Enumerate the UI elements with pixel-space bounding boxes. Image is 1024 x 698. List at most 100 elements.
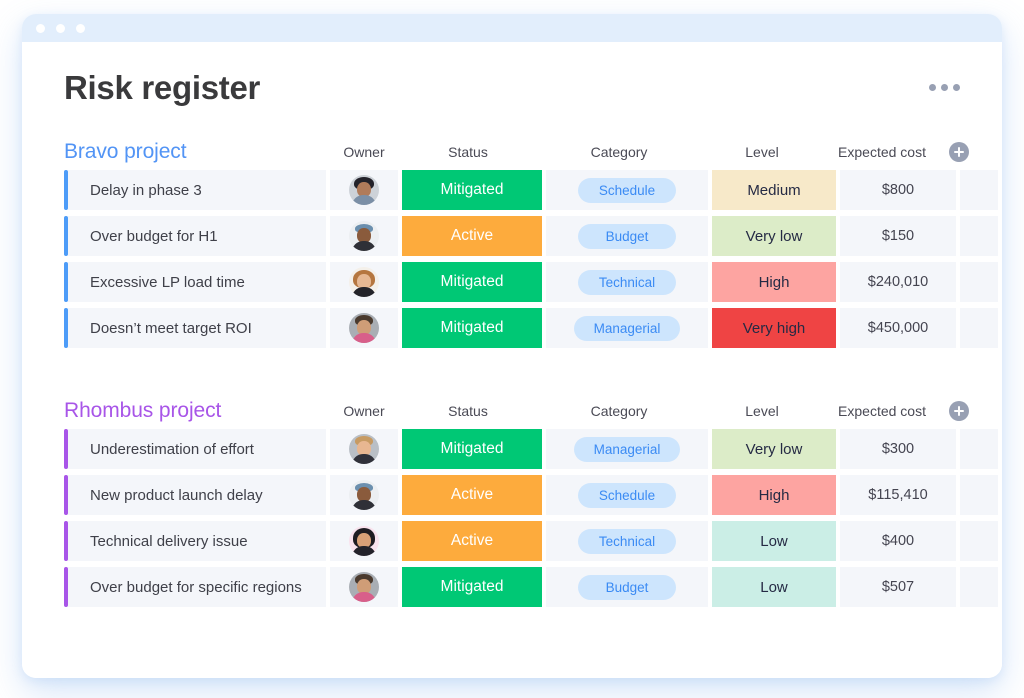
row-title: New product launch delay bbox=[68, 475, 326, 515]
row-status[interactable]: Mitigated bbox=[402, 429, 542, 469]
row-category[interactable]: Budget bbox=[546, 567, 708, 607]
row-level[interactable]: Medium bbox=[712, 170, 836, 210]
column-header-level: Level bbox=[745, 144, 779, 160]
row-status[interactable]: Active bbox=[402, 475, 542, 515]
page-root: Risk register Bravo project Owner Status… bbox=[0, 0, 1024, 698]
kebab-dot-1-icon bbox=[929, 84, 936, 91]
row-title: Over budget for H1 bbox=[68, 216, 326, 256]
row-level[interactable]: Low bbox=[712, 521, 836, 561]
window-dot-maximize-icon[interactable] bbox=[76, 23, 85, 33]
window-dot-minimize-icon[interactable] bbox=[56, 23, 65, 33]
column-header-owner: Owner bbox=[343, 403, 385, 419]
row-level[interactable]: Very high bbox=[712, 308, 836, 348]
row-status[interactable]: Mitigated bbox=[402, 567, 542, 607]
category-pill: Technical bbox=[578, 269, 676, 295]
window-dot-close-icon[interactable] bbox=[36, 23, 45, 33]
kebab-menu-icon[interactable] bbox=[929, 84, 960, 91]
row-status[interactable]: Active bbox=[402, 216, 542, 256]
row-category[interactable]: Technical bbox=[546, 521, 708, 561]
row-empty-cell[interactable] bbox=[960, 521, 998, 561]
row-owner[interactable] bbox=[330, 475, 398, 515]
column-header-level: Level bbox=[745, 403, 779, 419]
row-cost[interactable]: $800 bbox=[840, 170, 956, 210]
category-pill: Schedule bbox=[578, 482, 676, 508]
kebab-dot-2-icon bbox=[941, 84, 948, 91]
row-owner[interactable] bbox=[330, 429, 398, 469]
add-column-button[interactable] bbox=[949, 401, 969, 421]
row-title: Technical delivery issue bbox=[68, 521, 326, 561]
category-pill: Managerial bbox=[573, 315, 681, 341]
row-owner[interactable] bbox=[330, 521, 398, 561]
avatar bbox=[349, 267, 379, 297]
row-owner[interactable] bbox=[330, 567, 398, 607]
group-bravo-project: Bravo project Owner Status Category Leve… bbox=[64, 134, 998, 348]
group-rows: Delay in phase 3 Mitigated Schedule Medi… bbox=[64, 170, 998, 348]
row-cost[interactable]: $300 bbox=[840, 429, 956, 469]
row-level[interactable]: High bbox=[712, 262, 836, 302]
table-row[interactable]: New product launch delay Active Schedule… bbox=[64, 475, 998, 515]
page-title: Risk register bbox=[64, 69, 261, 106]
avatar bbox=[349, 526, 379, 556]
row-empty-cell[interactable] bbox=[960, 475, 998, 515]
row-level[interactable]: Very low bbox=[712, 429, 836, 469]
row-status[interactable]: Active bbox=[402, 521, 542, 561]
row-category[interactable]: Managerial bbox=[546, 429, 708, 469]
row-empty-cell[interactable] bbox=[960, 170, 998, 210]
row-category[interactable]: Schedule bbox=[546, 475, 708, 515]
row-owner[interactable] bbox=[330, 262, 398, 302]
row-owner[interactable] bbox=[330, 170, 398, 210]
row-empty-cell[interactable] bbox=[960, 567, 998, 607]
avatar bbox=[349, 175, 379, 205]
row-empty-cell[interactable] bbox=[960, 262, 998, 302]
row-level[interactable]: Low bbox=[712, 567, 836, 607]
group-header: Rhombus project Owner Status Category Le… bbox=[64, 393, 969, 429]
row-title: Delay in phase 3 bbox=[68, 170, 326, 210]
table-row[interactable]: Doesn’t meet target ROI Mitigated Manage… bbox=[64, 308, 998, 348]
table-row[interactable]: Technical delivery issue Active Technica… bbox=[64, 521, 998, 561]
row-category[interactable]: Budget bbox=[546, 216, 708, 256]
row-status[interactable]: Mitigated bbox=[402, 308, 542, 348]
row-cost[interactable]: $400 bbox=[840, 521, 956, 561]
group-title[interactable]: Bravo project bbox=[64, 140, 187, 164]
table-row[interactable]: Underestimation of effort Mitigated Mana… bbox=[64, 429, 998, 469]
row-owner[interactable] bbox=[330, 308, 398, 348]
row-empty-cell[interactable] bbox=[960, 308, 998, 348]
group-rhombus-project: Rhombus project Owner Status Category Le… bbox=[64, 393, 998, 607]
column-header-cost: Expected cost bbox=[838, 403, 926, 419]
row-empty-cell[interactable] bbox=[960, 216, 998, 256]
row-cost[interactable]: $240,010 bbox=[840, 262, 956, 302]
page-content: Risk register Bravo project Owner Status… bbox=[22, 42, 1002, 678]
group-title[interactable]: Rhombus project bbox=[64, 399, 221, 423]
column-header-cost: Expected cost bbox=[838, 144, 926, 160]
column-header-status: Status bbox=[448, 144, 488, 160]
avatar bbox=[349, 434, 379, 464]
row-category[interactable]: Schedule bbox=[546, 170, 708, 210]
column-headers: Owner Status Category Level Expected cos… bbox=[330, 134, 978, 170]
row-level[interactable]: Very low bbox=[712, 216, 836, 256]
row-cost[interactable]: $150 bbox=[840, 216, 956, 256]
browser-window: Risk register Bravo project Owner Status… bbox=[22, 14, 1002, 678]
row-empty-cell[interactable] bbox=[960, 429, 998, 469]
row-cost[interactable]: $115,410 bbox=[840, 475, 956, 515]
category-pill: Technical bbox=[578, 528, 676, 554]
row-level[interactable]: High bbox=[712, 475, 836, 515]
table-row[interactable]: Over budget for H1 Active Budget Very lo… bbox=[64, 216, 998, 256]
kebab-dot-3-icon bbox=[953, 84, 960, 91]
category-pill: Budget bbox=[578, 223, 676, 249]
page-header: Risk register bbox=[64, 42, 960, 134]
add-column-button[interactable] bbox=[949, 142, 969, 162]
row-status[interactable]: Mitigated bbox=[402, 262, 542, 302]
avatar bbox=[349, 480, 379, 510]
table-row[interactable]: Delay in phase 3 Mitigated Schedule Medi… bbox=[64, 170, 998, 210]
row-cost[interactable]: $507 bbox=[840, 567, 956, 607]
column-header-category: Category bbox=[590, 144, 648, 160]
row-status[interactable]: Mitigated bbox=[402, 170, 542, 210]
row-category[interactable]: Technical bbox=[546, 262, 708, 302]
row-category[interactable]: Managerial bbox=[546, 308, 708, 348]
avatar bbox=[349, 313, 379, 343]
row-owner[interactable] bbox=[330, 216, 398, 256]
column-header-status: Status bbox=[448, 403, 488, 419]
table-row[interactable]: Over budget for specific regions Mitigat… bbox=[64, 567, 998, 607]
table-row[interactable]: Excessive LP load time Mitigated Technic… bbox=[64, 262, 998, 302]
row-cost[interactable]: $450,000 bbox=[840, 308, 956, 348]
